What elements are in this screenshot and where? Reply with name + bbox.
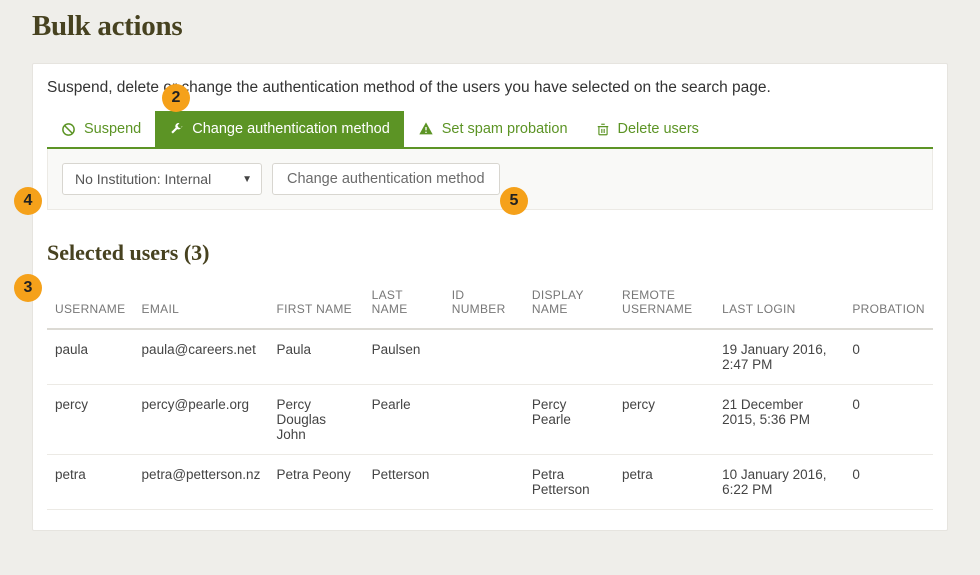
institution-select[interactable]: No Institution: Internal — [62, 163, 262, 195]
cell-remote-username — [614, 329, 714, 385]
cell-probation: 0 — [844, 329, 933, 385]
cell-last-login: 19 January 2016, 2:47 PM — [714, 329, 844, 385]
col-probation: PROBATION — [844, 280, 933, 329]
tab-spam[interactable]: Set spam probation — [404, 111, 582, 147]
col-id-number: ID NUMBER — [444, 280, 524, 329]
col-first-name: FIRST NAME — [269, 280, 364, 329]
cell-last-login: 10 January 2016, 6:22 PM — [714, 455, 844, 510]
annotation-5: 5 — [500, 187, 528, 215]
annotation-4: 4 — [14, 187, 42, 215]
cell-display-name: Percy Pearle — [524, 385, 614, 455]
cell-first-name: Percy Douglas John — [269, 385, 364, 455]
cell-last-login: 21 December 2015, 5:36 PM — [714, 385, 844, 455]
cell-email: petra@petterson.nz — [134, 455, 269, 510]
trash-icon — [596, 122, 610, 137]
change-auth-submit-button[interactable]: Change authentication method — [272, 163, 500, 195]
col-email: EMAIL — [134, 280, 269, 329]
cell-username: petra — [47, 455, 134, 510]
annotation-2: 2 — [162, 84, 190, 112]
tab-delete-label: Delete users — [618, 121, 699, 137]
main-panel: Suspend, delete or change the authentica… — [32, 63, 948, 531]
wrench-icon — [169, 122, 184, 137]
table-row: paulapaula@careers.netPaulaPaulsen 19 Jan… — [47, 329, 933, 385]
table-row: percypercy@pearle.orgPercy Douglas JohnP… — [47, 385, 933, 455]
selected-users-table: USERNAME EMAIL FIRST NAME LAST NAME ID N… — [47, 280, 933, 510]
cell-probation: 0 — [844, 455, 933, 510]
tab-suspend-label: Suspend — [84, 121, 141, 137]
cell-display-name: Petra Petterson — [524, 455, 614, 510]
selected-users-heading: Selected users (3) — [47, 240, 933, 266]
cell-id-number — [444, 455, 524, 510]
cell-probation: 0 — [844, 385, 933, 455]
col-remote-username: REMOTE USERNAME — [614, 280, 714, 329]
cell-first-name: Paula — [269, 329, 364, 385]
col-username: USERNAME — [47, 280, 134, 329]
cell-last-name: Paulsen — [364, 329, 444, 385]
annotation-3: 3 — [14, 274, 42, 302]
tab-spam-label: Set spam probation — [442, 121, 568, 137]
cell-display-name — [524, 329, 614, 385]
cell-id-number — [444, 329, 524, 385]
cell-remote-username: petra — [614, 455, 714, 510]
auth-form-row: No Institution: Internal ▼ Change authen… — [47, 149, 933, 210]
table-header-row: USERNAME EMAIL FIRST NAME LAST NAME ID N… — [47, 280, 933, 329]
tab-change-auth-label: Change authentication method — [192, 121, 390, 137]
cell-first-name: Petra Peony — [269, 455, 364, 510]
cell-id-number — [444, 385, 524, 455]
cell-email: paula@careers.net — [134, 329, 269, 385]
col-last-login: LAST LOGIN — [714, 280, 844, 329]
col-display-name: DISPLAY NAME — [524, 280, 614, 329]
warning-icon — [418, 121, 434, 137]
tab-suspend[interactable]: Suspend — [47, 111, 155, 147]
tab-change-auth[interactable]: Change authentication method — [155, 111, 404, 147]
col-last-name: LAST NAME — [364, 280, 444, 329]
cell-last-name: Pearle — [364, 385, 444, 455]
cell-username: percy — [47, 385, 134, 455]
table-row: petrapetra@petterson.nzPetra PeonyPetter… — [47, 455, 933, 510]
table-body: paulapaula@careers.netPaulaPaulsen 19 Jan… — [47, 329, 933, 510]
page-title: Bulk actions — [32, 10, 948, 43]
tab-delete[interactable]: Delete users — [582, 111, 713, 147]
tabs: Suspend Change authentication method Set… — [47, 111, 933, 149]
cell-email: percy@pearle.org — [134, 385, 269, 455]
ban-icon — [61, 122, 76, 137]
cell-remote-username: percy — [614, 385, 714, 455]
cell-username: paula — [47, 329, 134, 385]
cell-last-name: Petterson — [364, 455, 444, 510]
